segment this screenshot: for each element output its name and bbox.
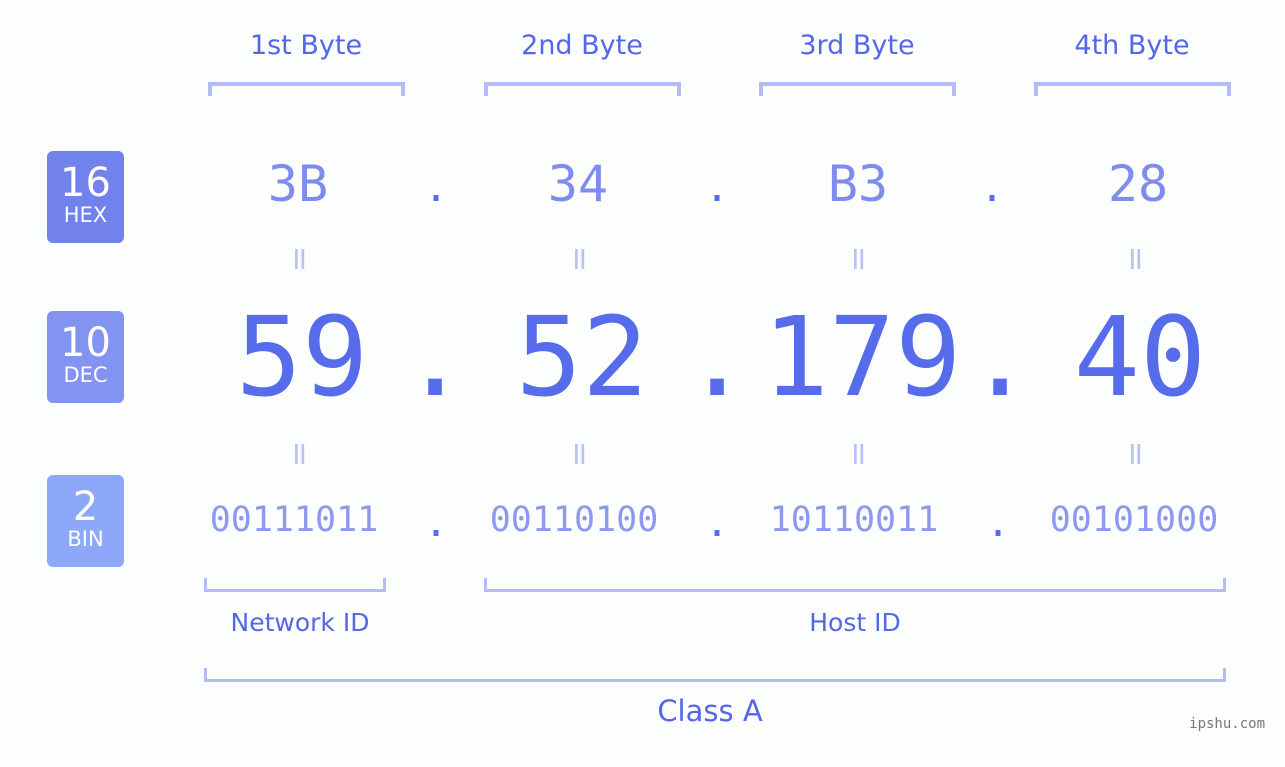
bin-value-3: 10110011 xyxy=(769,500,939,540)
hex-dot-2: . xyxy=(704,165,730,211)
bin-value-2: 00110100 xyxy=(489,500,659,540)
hex-value-4: 28 xyxy=(1107,155,1169,213)
hex-dot-3: . xyxy=(979,165,1005,211)
hex-dot-1: . xyxy=(423,165,449,211)
hex-label: HEX xyxy=(63,203,108,227)
byte-label-2: 2nd Byte xyxy=(521,30,643,61)
byte-bracket-2 xyxy=(484,82,681,96)
dec-dot-1: . xyxy=(402,293,469,421)
network-bracket xyxy=(204,578,386,592)
byte-bracket-1 xyxy=(208,82,405,96)
bin-value-1: 00111011 xyxy=(209,500,379,540)
bin-dot-3: . xyxy=(985,500,1011,546)
hex-base: 16 xyxy=(60,160,111,206)
dec-base: 10 xyxy=(60,320,111,366)
class-bracket xyxy=(204,668,1226,682)
hex-value-3: B3 xyxy=(827,155,889,213)
equals-icon: = xyxy=(840,245,878,273)
equals-icon: = xyxy=(561,245,599,273)
dec-value-2: 52 xyxy=(515,293,649,421)
bin-value-4: 00101000 xyxy=(1049,500,1219,540)
byte-label-3: 3rd Byte xyxy=(799,30,915,61)
byte-label-4: 4th Byte xyxy=(1074,30,1190,61)
bin-label: BIN xyxy=(67,527,104,551)
equals-icon: = xyxy=(840,440,878,468)
equals-icon: = xyxy=(1117,245,1155,273)
dec-value-4: 40 xyxy=(1073,293,1207,421)
bin-base: 2 xyxy=(72,484,99,530)
dec-badge: 10 DEC xyxy=(47,311,124,403)
host-bracket xyxy=(484,578,1226,592)
byte-bracket-3 xyxy=(759,82,956,96)
hex-value-2: 34 xyxy=(547,155,609,213)
byte-label-1: 1st Byte xyxy=(249,30,363,61)
network-id-label: Network ID xyxy=(230,608,370,637)
dec-value-3: 179 xyxy=(762,293,962,421)
class-label: Class A xyxy=(657,694,763,728)
dec-label: DEC xyxy=(63,363,108,387)
hex-badge: 16 HEX xyxy=(47,151,124,243)
dec-dot-3: . xyxy=(967,293,1034,421)
bin-dot-2: . xyxy=(704,500,730,546)
host-id-label: Host ID xyxy=(809,608,901,637)
byte-bracket-4 xyxy=(1034,82,1231,96)
equals-icon: = xyxy=(1117,440,1155,468)
equals-icon: = xyxy=(281,440,319,468)
dec-dot-2: . xyxy=(684,293,751,421)
equals-icon: = xyxy=(281,245,319,273)
dec-value-1: 59 xyxy=(235,293,369,421)
bin-badge: 2 BIN xyxy=(47,475,124,567)
hex-value-1: 3B xyxy=(267,155,329,213)
bin-dot-1: . xyxy=(423,500,449,546)
equals-icon: = xyxy=(561,440,599,468)
watermark: ipshu.com xyxy=(1189,716,1265,732)
